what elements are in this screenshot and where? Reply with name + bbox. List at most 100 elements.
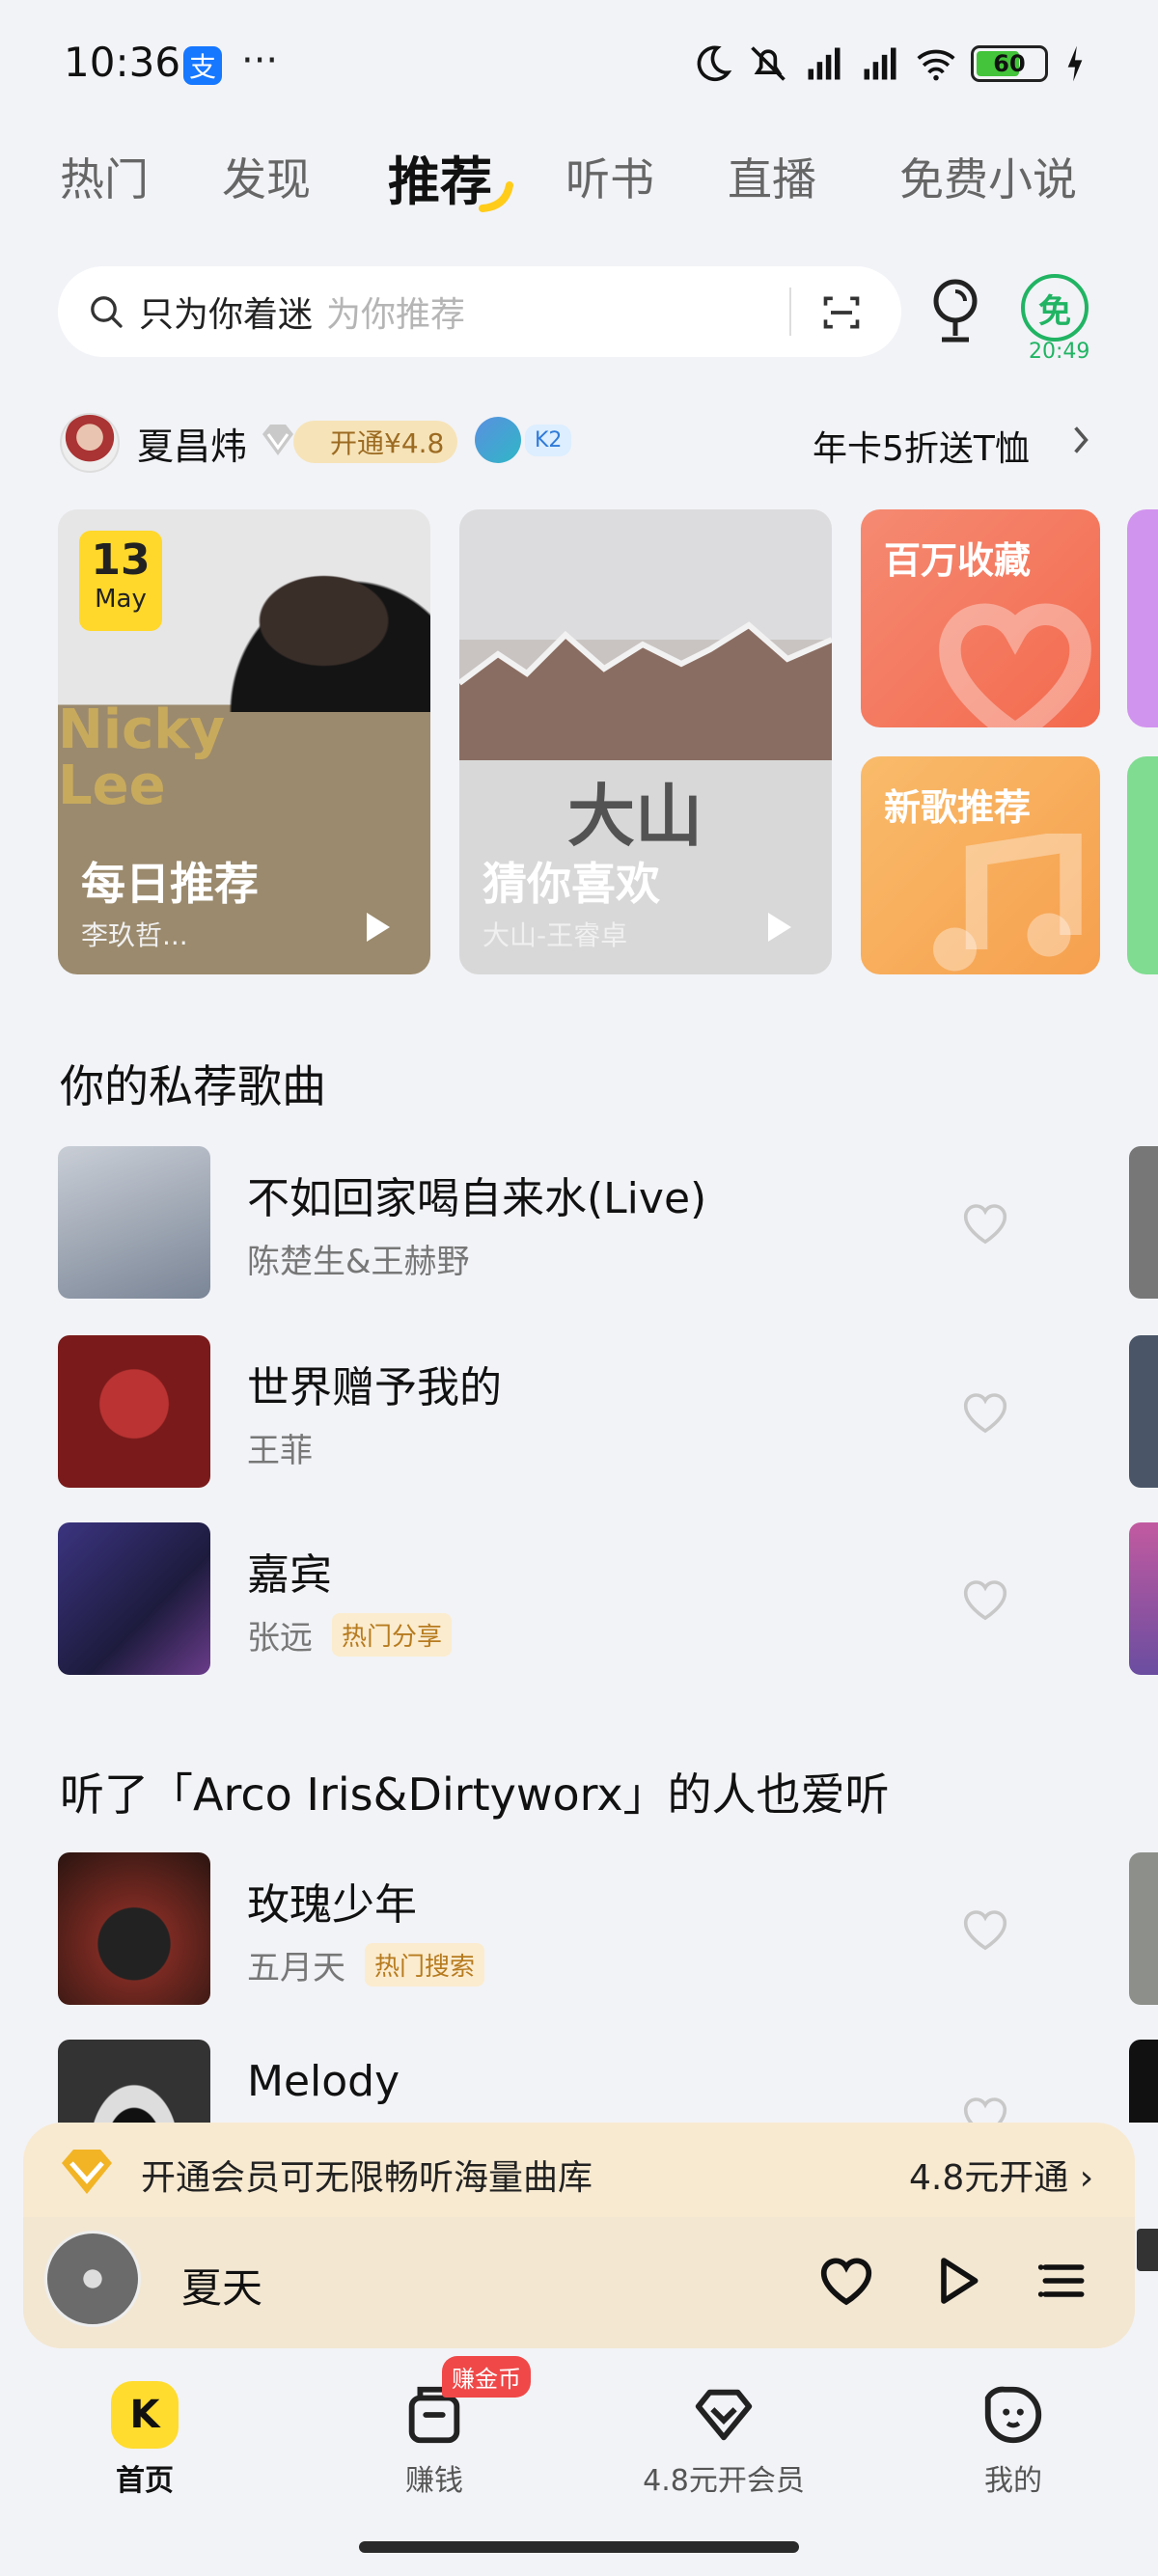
next-column-peek — [1137, 2229, 1158, 2271]
next-column-peek — [1129, 1335, 1158, 1488]
level-icon — [475, 417, 521, 463]
favorite-heart-icon[interactable] — [816, 2254, 876, 2308]
card-title: 每日推荐 — [81, 858, 259, 910]
card-title: 新歌推荐 — [884, 786, 1032, 829]
play-icon[interactable] — [768, 913, 791, 942]
more-notifications-icon: ··· — [241, 39, 279, 83]
song-artist: 陈楚生&王赫野 — [247, 1243, 470, 1281]
search-bar[interactable]: 只为你着迷 为你推荐 — [58, 266, 901, 357]
hot-search-tag: 热门搜索 — [365, 1943, 485, 1987]
card-subtitle: 大山-王睿卓 — [482, 919, 628, 951]
song-row[interactable]: 不如回家喝自来水(Live) 陈楚生&王赫野 — [58, 1146, 1158, 1299]
million-favorites-card[interactable]: 百万收藏 — [861, 509, 1100, 727]
album-cover — [58, 1146, 210, 1299]
section-title: 听了「Arco Iris&Dirtyworx」的人也爱听 — [60, 1768, 890, 1821]
earn-coins-badge: 赚金币 — [442, 2356, 531, 2398]
next-card-peek[interactable] — [1127, 756, 1158, 974]
diamond-icon — [262, 425, 293, 455]
music-note-icon — [933, 834, 1082, 972]
annual-promo-link[interactable]: 年卡5折送T恤 — [813, 421, 1030, 471]
voice-search-icon[interactable] — [924, 274, 988, 347]
album-cover — [58, 2040, 210, 2123]
vip-diamond-icon — [695, 2389, 753, 2441]
search-icon — [91, 296, 123, 328]
level-badge[interactable]: K2 — [475, 417, 572, 463]
album-cover — [58, 1852, 210, 2005]
chevron-right-icon — [1074, 426, 1089, 453]
hot-share-tag: 热门分享 — [332, 1613, 453, 1657]
cover-art-text: Nicky Lee — [58, 699, 226, 817]
free-timer: 20:49 — [1029, 340, 1090, 364]
wifi-icon — [917, 49, 955, 81]
song-title: 不如回家喝自来水(Live) — [247, 1174, 707, 1223]
vip-open-button[interactable]: 开通¥4.8 — [293, 421, 458, 463]
search-placeholder: 为你推荐 — [326, 295, 466, 335]
nav-label: 赚钱 — [405, 2464, 463, 2498]
song-title: 玫瑰少年 — [247, 1880, 417, 1930]
play-icon[interactable] — [367, 913, 390, 942]
moon-icon — [697, 45, 732, 82]
nav-home[interactable]: K 首页 — [48, 2364, 241, 2499]
song-row[interactable]: 玫瑰少年 五月天 热门搜索 — [58, 1852, 1158, 2005]
vip-diamond-icon — [62, 2150, 112, 2194]
song-artist: 五月天 — [247, 1949, 345, 1987]
like-heart-icon[interactable] — [959, 1389, 1011, 1436]
album-cover — [58, 1335, 210, 1488]
tab-audiobook[interactable]: 听书 — [565, 145, 654, 208]
song-row[interactable]: 嘉宾 张远 热门分享 — [58, 1522, 1158, 1675]
search-divider — [789, 288, 791, 336]
date-badge: 13 May — [79, 531, 162, 631]
cover-photo — [164, 509, 430, 712]
card-title: 猜你喜欢 — [482, 858, 660, 910]
song-row[interactable]: 世界赠予我的 王菲 — [58, 1335, 1158, 1488]
scan-icon[interactable] — [820, 291, 863, 334]
nav-label: 首页 — [116, 2464, 174, 2498]
active-tab-indicator — [479, 181, 513, 212]
next-column-peek — [1129, 2040, 1158, 2123]
tab-hot[interactable]: 热门 — [60, 145, 149, 208]
next-column-peek — [1129, 1522, 1158, 1675]
card-title: 百万收藏 — [884, 539, 1032, 582]
tab-live[interactable]: 直播 — [728, 145, 816, 208]
tab-discover[interactable]: 发现 — [222, 145, 311, 208]
nav-me[interactable]: 我的 — [917, 2364, 1110, 2499]
like-heart-icon[interactable] — [959, 1200, 1011, 1247]
like-heart-icon[interactable] — [959, 2094, 1011, 2123]
new-songs-card[interactable]: 新歌推荐 — [861, 756, 1100, 974]
guess-you-like-card[interactable]: 大山 猜你喜欢 大山-王睿卓 — [459, 509, 832, 974]
avatar[interactable] — [60, 413, 120, 473]
home-indicator[interactable] — [359, 2541, 799, 2553]
cover-art-text: 大山 — [567, 777, 703, 856]
level-label: K2 — [525, 424, 572, 456]
song-title: 嘉宾 — [247, 1550, 332, 1600]
song-artist: 王菲 — [247, 1432, 313, 1470]
bottom-nav: K 首页 赚金币 赚钱 4.8元开会员 我的 — [0, 2356, 1158, 2508]
section-title: 你的私荐歌曲 — [60, 1060, 326, 1112]
free-listen-badge[interactable]: 免 — [1021, 274, 1089, 342]
mute-icon — [751, 46, 786, 81]
nav-label: 我的 — [984, 2464, 1042, 2498]
play-icon[interactable] — [930, 2254, 984, 2308]
membership-text: 开通会员可无限畅听海量曲库 — [141, 2158, 593, 2198]
card-subtitle: 李玖哲... — [81, 919, 188, 951]
album-cover — [58, 1522, 210, 1675]
tab-free-novel[interactable]: 免费小说 — [899, 145, 1077, 208]
signal-icon-2 — [864, 47, 896, 80]
daily-recommend-card[interactable]: 13 May Nicky Lee 每日推荐 李玖哲... — [58, 509, 430, 974]
membership-open-link[interactable]: 4.8元开通 › — [909, 2150, 1093, 2200]
nav-earn[interactable]: 赚金币 赚钱 — [338, 2356, 531, 2499]
now-playing-disc[interactable] — [44, 2231, 141, 2327]
search-query: 只为你着迷 — [139, 295, 314, 335]
mountain-art — [459, 621, 832, 760]
next-card-peek[interactable] — [1127, 509, 1158, 727]
profile-face-icon — [984, 2386, 1042, 2444]
song-row[interactable]: Melody — [58, 2040, 1158, 2123]
playlist-icon[interactable] — [1036, 2254, 1090, 2308]
username[interactable]: 夏昌炜 — [137, 417, 247, 470]
song-title: Melody — [247, 2057, 400, 2106]
like-heart-icon[interactable] — [959, 1576, 1011, 1623]
status-icons: 60 — [691, 42, 1089, 85]
nav-vip[interactable]: 4.8元开会员 — [627, 2364, 820, 2499]
charging-icon — [1067, 45, 1083, 82]
like-heart-icon[interactable] — [959, 1906, 1011, 1953]
